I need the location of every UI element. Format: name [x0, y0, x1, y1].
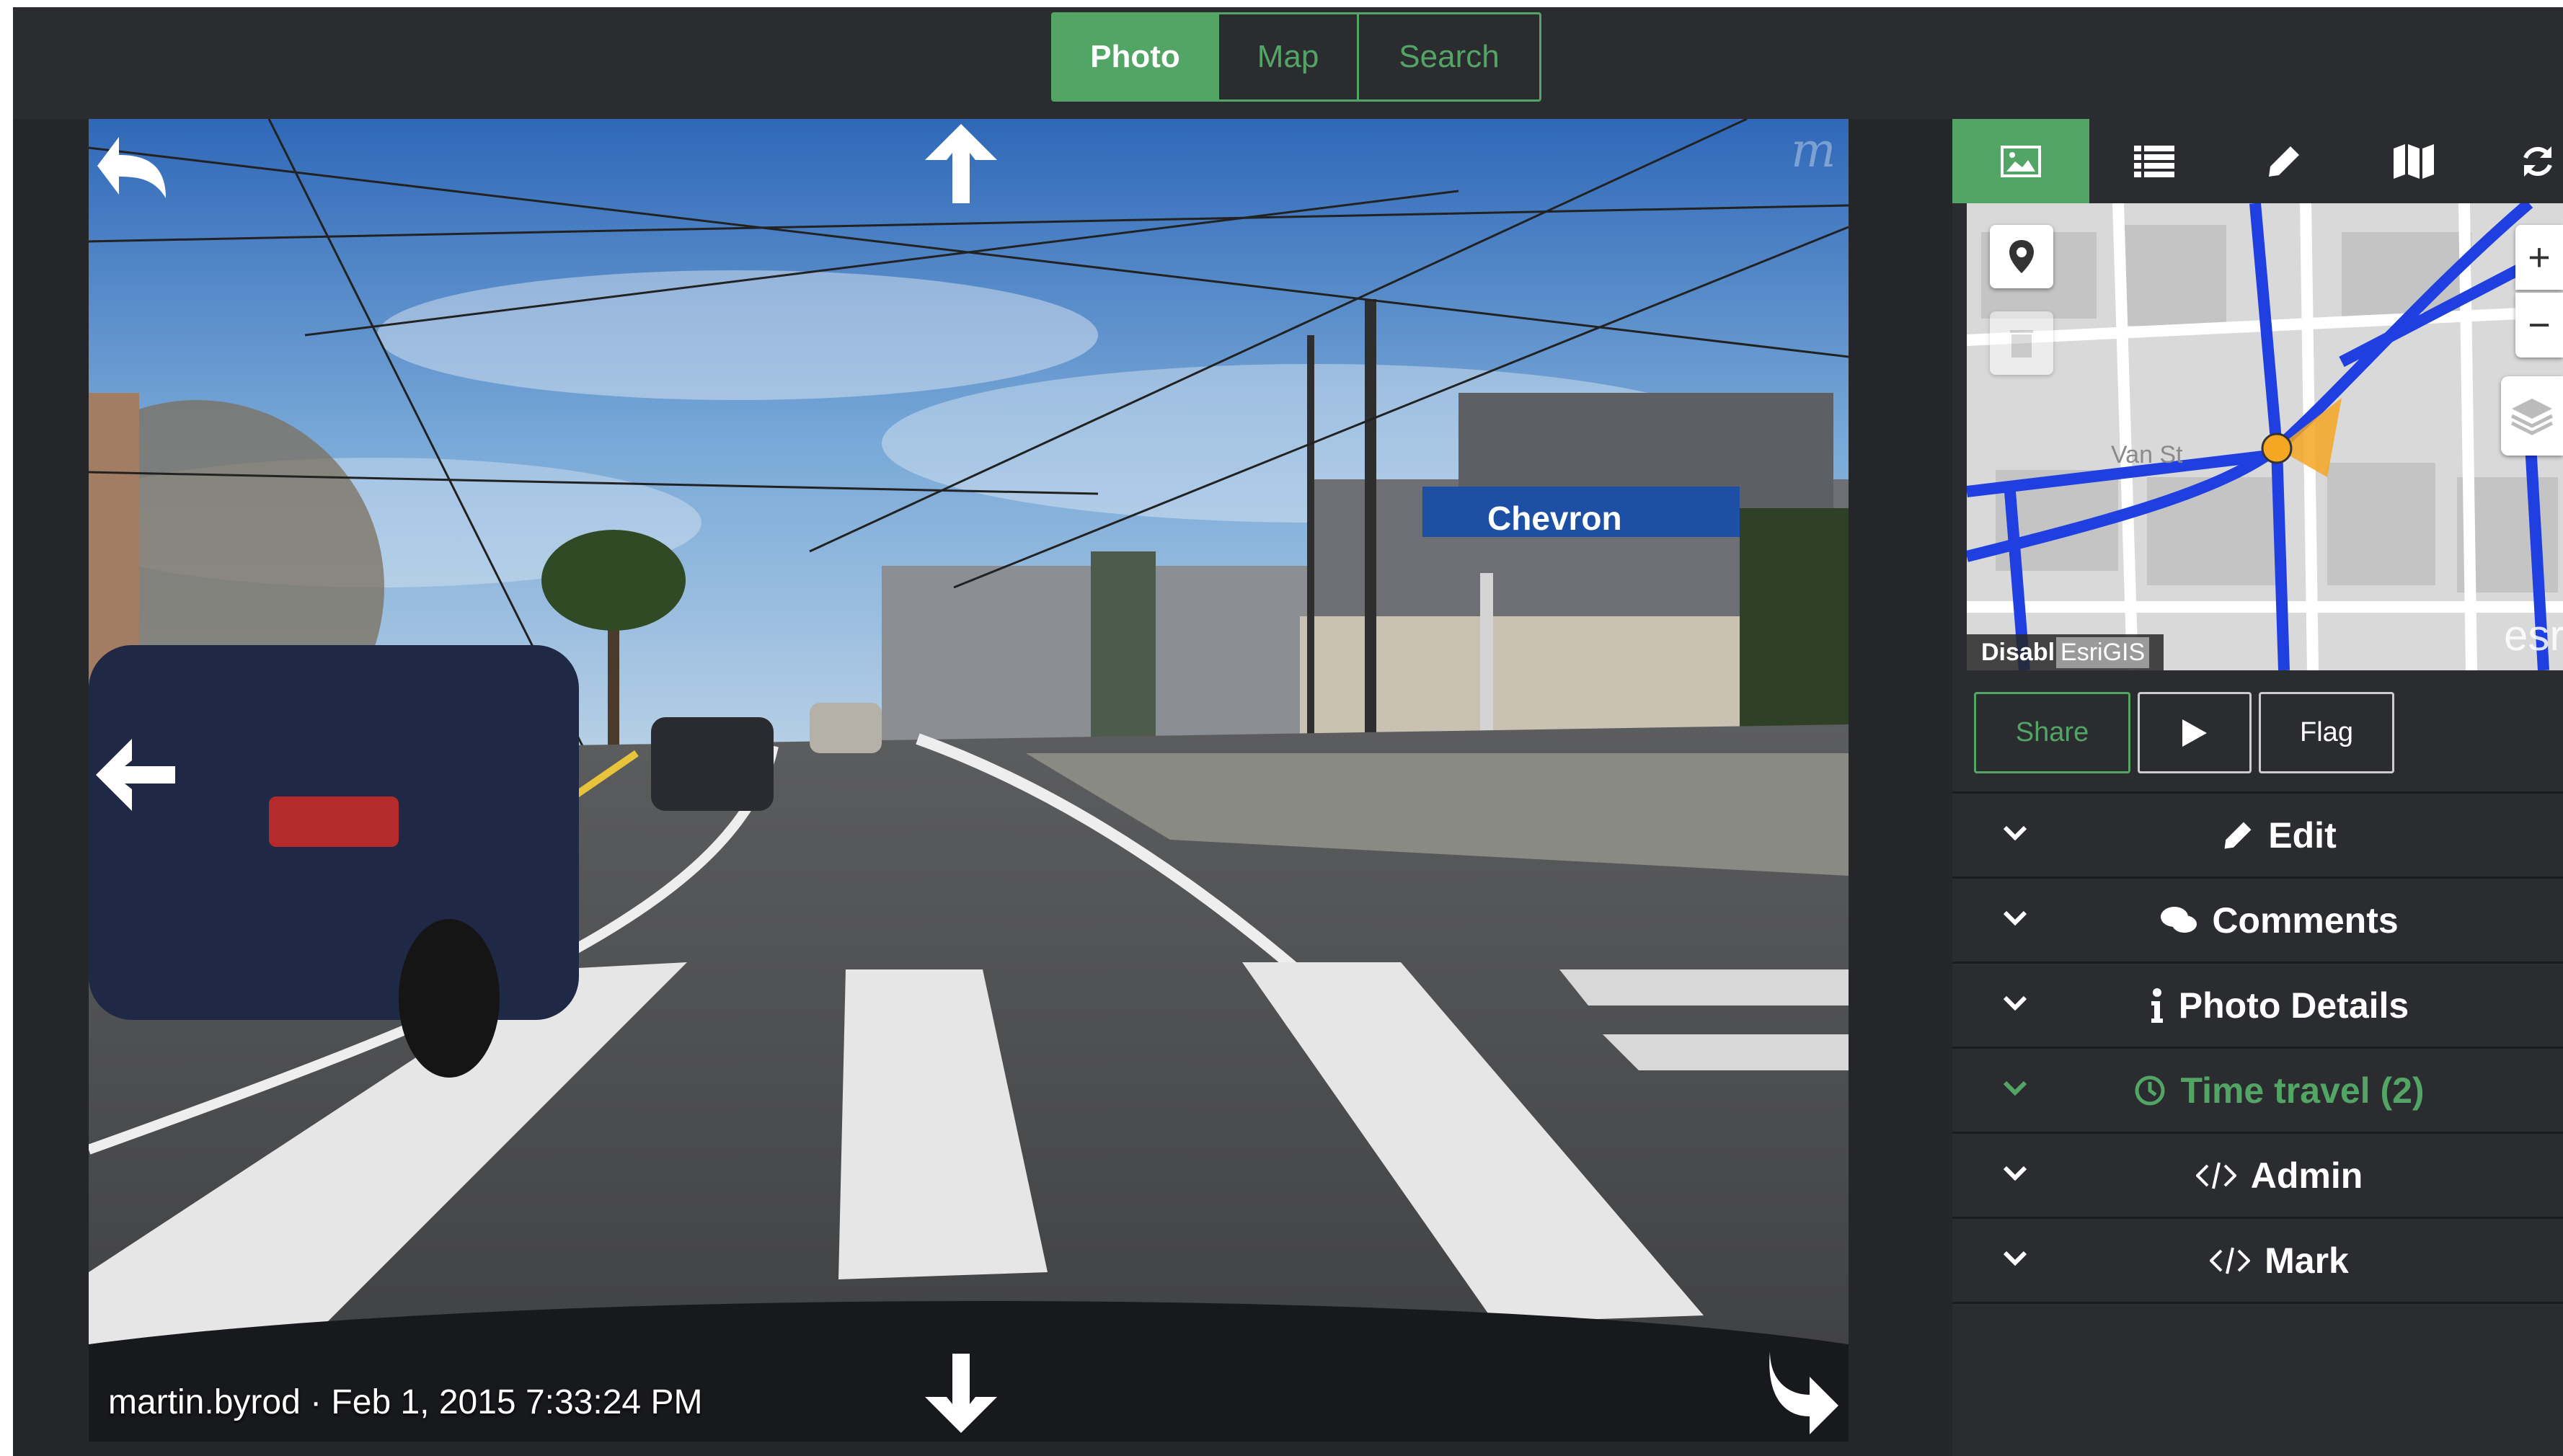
map-pin-icon: [2009, 240, 2034, 273]
trash-icon: [2010, 330, 2033, 358]
redo-arrow-icon[interactable]: [1763, 1351, 1842, 1442]
section-edit-title: Edit: [1996, 814, 2563, 856]
image-icon: [2001, 145, 2041, 177]
action-buttons: Share Flag: [1974, 692, 2394, 773]
chevron-sign: Chevron: [1487, 500, 1622, 537]
map-tiles: Van St esri: [1967, 203, 2563, 670]
flag-button[interactable]: Flag: [2259, 692, 2394, 773]
section-time-travel-title: Time travel (2): [1996, 1070, 2563, 1111]
tab-refresh[interactable]: [2479, 119, 2556, 203]
section-comments-title: Comments: [1996, 900, 2563, 941]
watermark: m: [1791, 123, 1836, 178]
undo-arrow-icon[interactable]: [97, 126, 184, 209]
arrow-up-icon[interactable]: [925, 124, 997, 207]
map-icon: [2394, 143, 2434, 179]
pencil-icon: [2224, 822, 2252, 848]
pin-button[interactable]: [1990, 225, 2053, 288]
esri-logo: esri: [2504, 611, 2563, 660]
map-attribution: Disabl EsriGIS: [1967, 634, 2164, 670]
section-label: Comments: [2212, 900, 2399, 941]
section-admin[interactable]: Admin: [1952, 1132, 2563, 1217]
layers-icon: [2510, 399, 2554, 435]
window-left-edge: [0, 0, 13, 1456]
arrow-down-icon[interactable]: [925, 1354, 997, 1437]
section-photo-details[interactable]: Photo Details: [1952, 962, 2563, 1047]
comments-icon: [2161, 906, 2197, 933]
esri-attribution[interactable]: EsriGIS: [2056, 636, 2150, 668]
pencil-icon: [2269, 146, 2299, 177]
arrow-left-icon[interactable]: [96, 739, 175, 814]
side-panel: Van St esri + − Disabl EsriGIS: [1952, 119, 2563, 1456]
share-button[interactable]: Share: [1974, 692, 2130, 773]
delete-button[interactable]: [1990, 311, 2053, 375]
tab-photo[interactable]: Photo: [1053, 14, 1219, 99]
layers-button[interactable]: [2501, 376, 2563, 456]
refresh-icon: [2523, 146, 2552, 177]
tab-search[interactable]: Search: [1359, 14, 1539, 99]
section-label: Photo Details: [2178, 985, 2409, 1026]
section-label: Edit: [2268, 814, 2337, 856]
section-label: Admin: [2250, 1155, 2363, 1196]
section-comments[interactable]: Comments: [1952, 876, 2563, 962]
section-details-title: Photo Details: [1996, 985, 2563, 1026]
section-mark[interactable]: Mark: [1952, 1217, 2563, 1304]
clock-icon: [2135, 1075, 2165, 1105]
panel-tabs: [1952, 119, 2563, 203]
street-label: Van St: [2111, 441, 2183, 469]
window-top-edge: [0, 0, 2563, 7]
tab-image[interactable]: [1952, 119, 2089, 203]
tab-map-view[interactable]: [2349, 119, 2479, 203]
section-admin-title: Admin: [1996, 1155, 2563, 1197]
street-photo[interactable]: Chevron: [89, 119, 1849, 1442]
play-button[interactable]: [2138, 692, 2252, 773]
tab-map[interactable]: Map: [1219, 14, 1359, 99]
zoom-in-button[interactable]: +: [2515, 225, 2563, 290]
section-label: Mark: [2265, 1240, 2349, 1281]
code-icon: [2210, 1247, 2251, 1274]
street-scene-image: Chevron: [89, 119, 1849, 1442]
info-icon: [2151, 987, 2163, 1023]
zoom-out-button[interactable]: −: [2515, 293, 2563, 358]
tab-list[interactable]: [2089, 119, 2219, 203]
section-mark-title: Mark: [1996, 1240, 2563, 1282]
attribution-text: Disabl: [1981, 638, 2055, 666]
section-label: Time travel (2): [2180, 1070, 2425, 1111]
mini-map[interactable]: Van St esri + − Disabl EsriGIS: [1967, 203, 2563, 670]
section-edit[interactable]: Edit: [1952, 791, 2563, 876]
view-tabs: Photo Map Search: [1051, 12, 1541, 102]
photo-credit[interactable]: martin.byrod · Feb 1, 2015 7:33:24 PM: [108, 1382, 702, 1422]
tab-edit[interactable]: [2219, 119, 2349, 203]
play-icon: [2182, 719, 2207, 747]
code-icon: [2195, 1162, 2236, 1189]
section-time-travel[interactable]: Time travel (2): [1952, 1047, 2563, 1132]
list-icon: [2134, 145, 2174, 177]
